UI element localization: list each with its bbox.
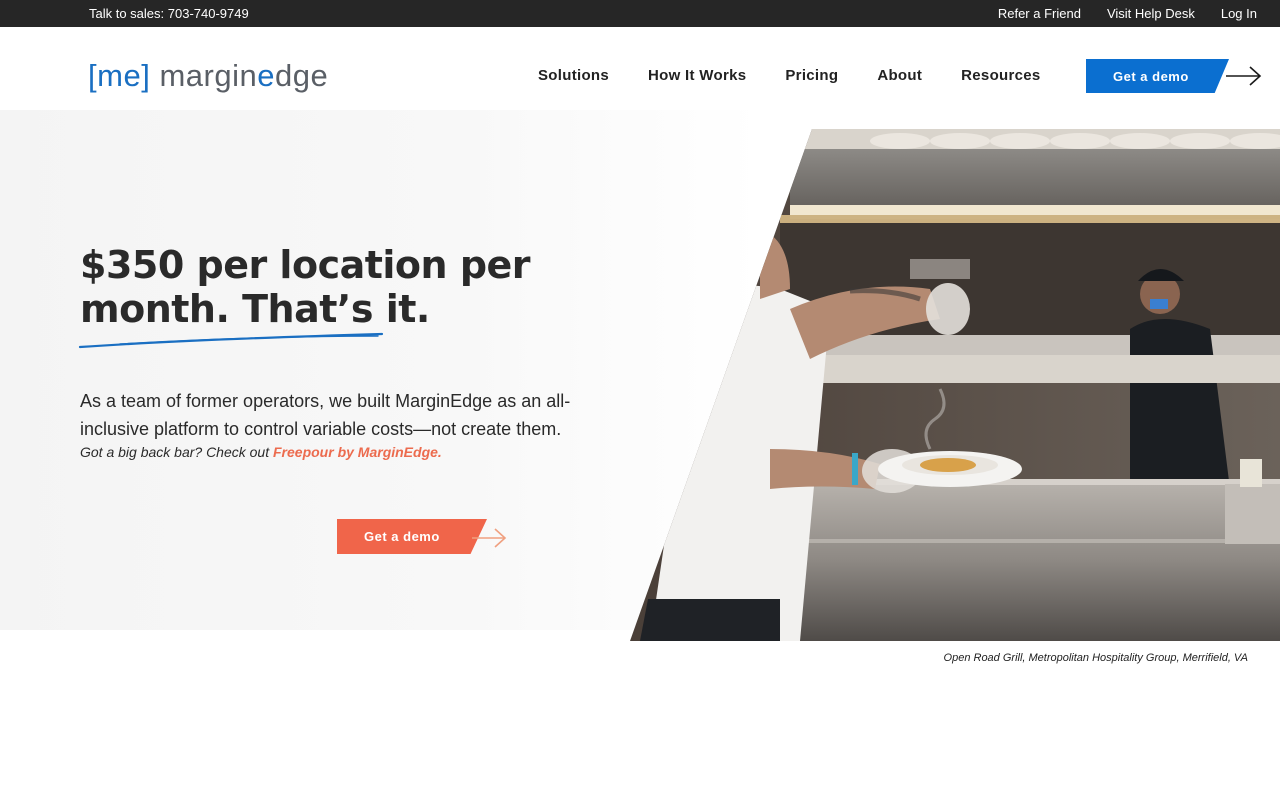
- utility-links: Refer a Friend Visit Help Desk Log In: [998, 6, 1257, 21]
- sales-phone[interactable]: Talk to sales: 703-740-9749: [89, 6, 249, 21]
- nav-solutions[interactable]: Solutions: [538, 67, 609, 84]
- nav-how-it-works[interactable]: How It Works: [648, 67, 746, 84]
- logo-bracket-open: [: [88, 58, 98, 93]
- marginedge-logo[interactable]: [me] marginedge: [88, 58, 328, 94]
- headline-line-1: $350 per location per: [80, 243, 531, 287]
- hero-headline: $350 per location per month. That’s it.: [80, 243, 600, 331]
- headline-line-2: month. That’s it.: [80, 287, 430, 331]
- help-desk-link[interactable]: Visit Help Desk: [1107, 6, 1195, 21]
- logo-me: me: [97, 58, 142, 93]
- hero-description: As a team of former operators, we built …: [80, 391, 571, 439]
- photo-caption: Open Road Grill, Metropolitan Hospitalit…: [943, 652, 1248, 664]
- utility-bar: Talk to sales: 703-740-9749 Refer a Frie…: [0, 0, 1280, 27]
- nav-resources[interactable]: Resources: [961, 67, 1040, 84]
- arrow-right-icon: [1226, 66, 1262, 86]
- nav-get-demo-button[interactable]: Get a demo: [1086, 59, 1229, 93]
- refer-friend-link[interactable]: Refer a Friend: [998, 6, 1081, 21]
- login-link[interactable]: Log In: [1221, 6, 1257, 21]
- nav-about[interactable]: About: [877, 67, 922, 84]
- logo-word-start: margin: [159, 58, 258, 93]
- headline-underline-stroke: [78, 332, 384, 349]
- nav-pricing[interactable]: Pricing: [785, 67, 838, 84]
- logo-word-accent: e: [257, 58, 275, 93]
- logo-bracket-close: ]: [141, 58, 151, 93]
- freepour-prefix: Got a big back bar? Check out: [80, 444, 273, 460]
- main-nav: Solutions How It Works Pricing About Res…: [538, 67, 1041, 84]
- arrow-right-icon: [472, 528, 507, 548]
- freepour-link[interactable]: Freepour by MarginEdge.: [273, 444, 442, 460]
- hero-get-demo-button[interactable]: Get a demo: [337, 519, 487, 554]
- freepour-callout: Got a big back bar? Check out Freepour b…: [80, 444, 442, 460]
- logo-word-end: dge: [274, 58, 329, 93]
